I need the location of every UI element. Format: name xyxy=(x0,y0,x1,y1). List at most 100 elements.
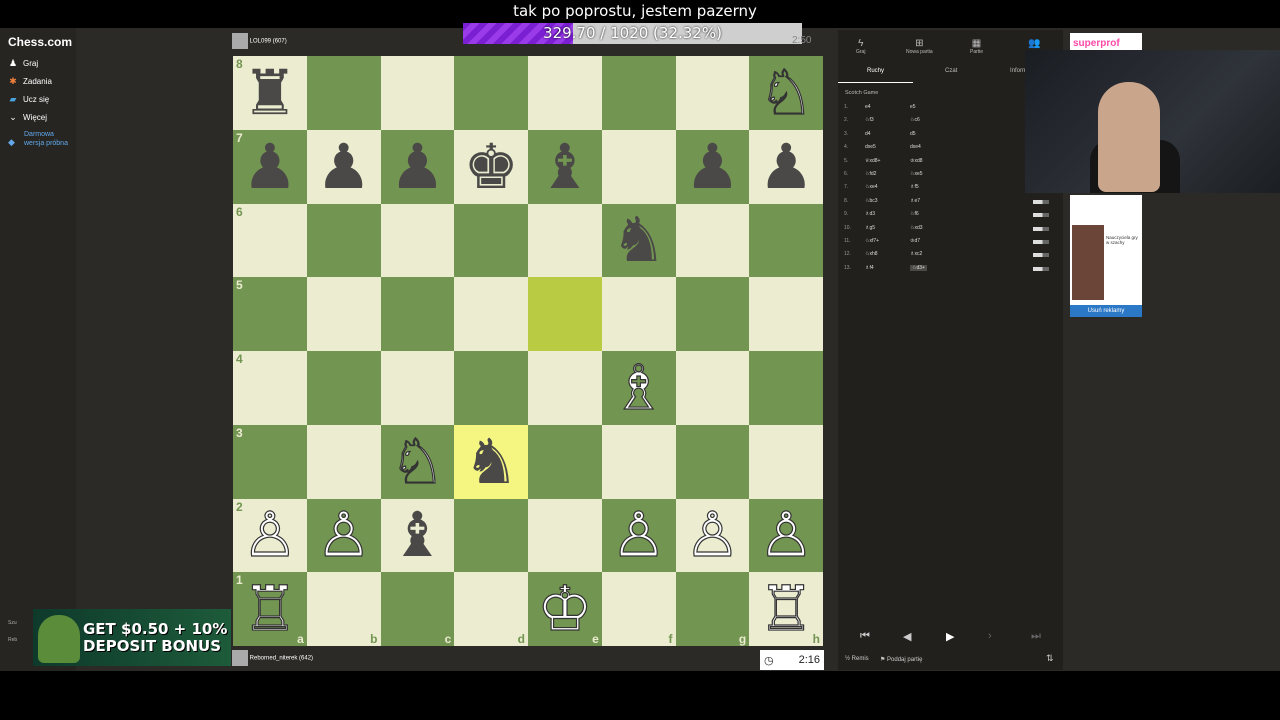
black-piece-g7[interactable]: ♟ xyxy=(685,135,741,198)
square-f5[interactable] xyxy=(601,277,676,351)
square-f8[interactable] xyxy=(601,56,676,130)
square-b3[interactable] xyxy=(306,424,381,499)
square-e6[interactable] xyxy=(528,203,602,278)
white-piece-f4[interactable]: ♗ xyxy=(610,356,667,419)
last-move-button[interactable]: ⏭ xyxy=(1031,630,1041,643)
sidebar-item-puzzles[interactable]: ✱ Zadania xyxy=(8,76,52,87)
black-move[interactable]: ♔xd8 xyxy=(910,158,923,164)
black-piece-e7[interactable]: ♝ xyxy=(537,135,593,198)
square-c8[interactable] xyxy=(380,56,455,130)
white-move[interactable]: ♘xf7+ xyxy=(865,238,879,244)
square-b7[interactable]: ♟ xyxy=(306,129,381,204)
square-g4[interactable] xyxy=(675,351,750,425)
square-a2[interactable]: 2 ♙ xyxy=(233,498,307,573)
resign-button[interactable]: ⚑ Poddaj partię xyxy=(880,656,922,663)
square-h2[interactable]: ♙ xyxy=(749,498,823,573)
black-piece-f6[interactable]: ♞ xyxy=(611,209,667,271)
square-f6[interactable]: ♞ xyxy=(601,203,676,278)
square-d3[interactable]: ♞ xyxy=(454,424,528,499)
black-move[interactable]: ♘f6 xyxy=(910,211,919,217)
square-c2[interactable]: ♝ xyxy=(380,498,455,573)
sidebar-item-more[interactable]: ⌄ Więcej xyxy=(8,112,47,123)
square-b8[interactable] xyxy=(306,56,381,130)
square-h1[interactable]: h ♖ xyxy=(749,572,823,646)
draw-button[interactable]: ½ Remis xyxy=(845,656,869,662)
white-piece-a2[interactable]: ♙ xyxy=(241,503,298,566)
black-move[interactable]: e5 xyxy=(910,104,916,110)
tab-games[interactable]: ▦ Partie xyxy=(970,38,983,55)
square-h3[interactable] xyxy=(749,424,823,499)
black-move[interactable]: ♗xc2 xyxy=(910,251,922,257)
square-e2[interactable] xyxy=(528,498,602,573)
square-c6[interactable] xyxy=(380,203,455,278)
square-a3[interactable]: 3 xyxy=(233,424,307,499)
black-move[interactable]: dxe4 xyxy=(910,144,921,150)
square-d7[interactable]: ♚ xyxy=(454,129,528,204)
square-b1[interactable]: b xyxy=(306,572,381,646)
square-b5[interactable] xyxy=(306,277,381,351)
free-trial-link[interactable]: Darmowa wersja próbna xyxy=(24,130,72,148)
white-piece-g2[interactable]: ♙ xyxy=(684,503,741,566)
square-b6[interactable] xyxy=(306,203,381,278)
square-e1[interactable]: e ♔ xyxy=(528,572,602,646)
white-move[interactable]: d4 xyxy=(865,131,871,137)
white-move[interactable]: ♕xd8+ xyxy=(865,158,880,164)
white-move[interactable]: ♘f3 xyxy=(865,117,874,123)
square-f1[interactable]: f xyxy=(601,572,676,646)
black-move[interactable]: ♘xe5 xyxy=(910,171,923,177)
square-b2[interactable]: ♙ xyxy=(306,498,381,573)
square-d4[interactable] xyxy=(454,351,528,425)
avatar[interactable] xyxy=(232,650,248,666)
white-piece-e1[interactable]: ♔ xyxy=(536,577,593,640)
square-h8[interactable]: ♘ xyxy=(749,56,823,130)
square-c5[interactable] xyxy=(380,277,455,351)
black-piece-c7[interactable]: ♟ xyxy=(390,135,446,198)
square-f4[interactable]: ♗ xyxy=(601,351,676,425)
remove-ads-button[interactable]: Usuń reklamy xyxy=(1070,305,1142,317)
square-g3[interactable] xyxy=(675,424,750,499)
square-d5[interactable] xyxy=(454,277,528,351)
first-move-button[interactable]: ⏮ xyxy=(860,630,870,643)
square-b4[interactable] xyxy=(306,351,381,425)
prev-move-button[interactable]: ◀ xyxy=(903,630,911,643)
forward-button[interactable]: › xyxy=(988,630,992,642)
chess-board[interactable]: 8 ♜ ♘ 7 ♟ ♟ ♟ ♚ ♝ ♟ ♟ 6 ♞ 5 4 ♗ 3 ♘ ♞ 2 ♙ ♙ ♝ ♙ ♙ ♙ 1 a ♖ b c d e ♔ f g h ♖ xyxy=(233,56,823,646)
white-move[interactable]: ♘xh8 xyxy=(865,251,878,257)
white-piece-f2[interactable]: ♙ xyxy=(610,503,667,566)
opening-name[interactable]: Scotch Game xyxy=(845,90,878,96)
square-h7[interactable]: ♟ xyxy=(749,129,823,204)
white-move[interactable]: ♘bc3 xyxy=(865,198,878,204)
square-a4[interactable]: 4 xyxy=(233,351,307,425)
square-e4[interactable] xyxy=(528,351,602,425)
black-move[interactable]: ♘xd3 xyxy=(910,225,923,231)
square-d1[interactable]: d xyxy=(454,572,528,646)
square-g1[interactable]: g xyxy=(675,572,750,646)
square-f3[interactable] xyxy=(601,424,676,499)
white-move[interactable]: e4 xyxy=(865,104,871,110)
tab-new-game[interactable]: ⊞ Nowa partia xyxy=(906,38,933,55)
black-move[interactable]: d5 xyxy=(910,131,916,137)
subtab-moves[interactable]: Ruchy xyxy=(867,68,884,74)
white-piece-h2[interactable]: ♙ xyxy=(758,503,815,566)
white-piece-a1[interactable]: ♖ xyxy=(241,577,298,640)
square-e5[interactable] xyxy=(528,277,602,351)
subtab-chat[interactable]: Czat xyxy=(945,68,957,74)
square-g2[interactable]: ♙ xyxy=(675,498,750,573)
bonus-ad[interactable]: GET $0.50 + 10% DEPOSIT BONUS xyxy=(33,609,231,666)
square-e8[interactable] xyxy=(528,56,602,130)
tab-play[interactable]: ϟ Graj xyxy=(856,38,865,55)
top-player-name[interactable]: LOL099 (607) xyxy=(250,39,287,45)
black-piece-d7[interactable]: ♚ xyxy=(463,135,519,198)
white-piece-b2[interactable]: ♙ xyxy=(315,503,372,566)
square-e7[interactable]: ♝ xyxy=(528,129,602,204)
square-a6[interactable]: 6 xyxy=(233,203,307,278)
black-move[interactable]: ♗e7 xyxy=(910,198,920,204)
bottom-player-name[interactable]: Reborned_niterek (642) xyxy=(250,656,313,662)
square-g8[interactable] xyxy=(675,56,750,130)
square-g6[interactable] xyxy=(675,203,750,278)
white-piece-c3[interactable]: ♘ xyxy=(389,430,446,493)
white-piece-h8[interactable]: ♘ xyxy=(758,61,815,124)
square-e3[interactable] xyxy=(528,424,602,499)
black-piece-b7[interactable]: ♟ xyxy=(316,135,372,198)
sidebar-search[interactable]: Szu xyxy=(8,620,17,626)
